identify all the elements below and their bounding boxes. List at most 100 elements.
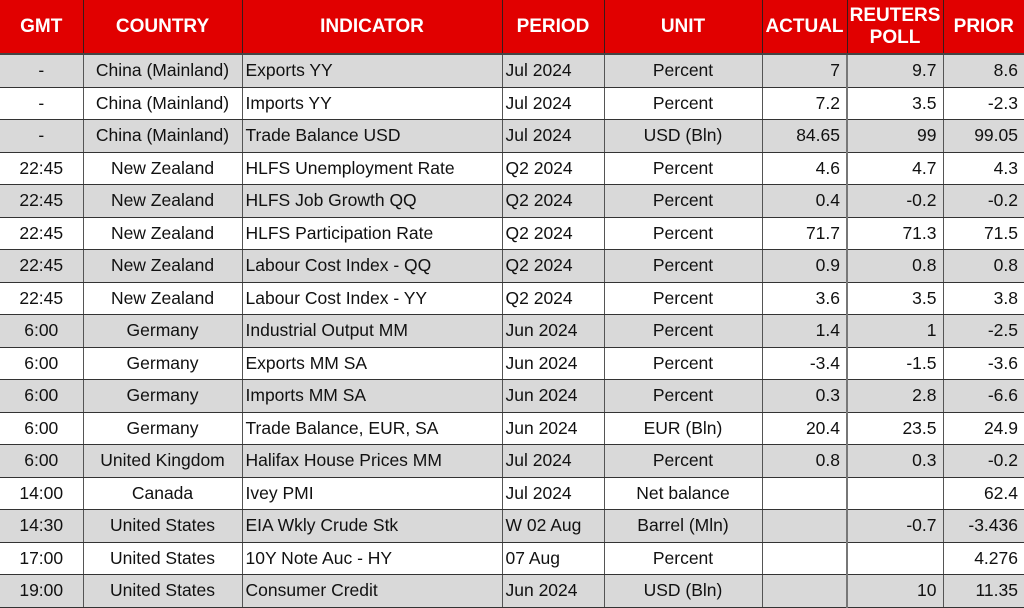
cell-period: W 02 Aug — [502, 509, 605, 543]
cell-country: Germany — [83, 379, 243, 413]
cell-reuters-poll — [847, 542, 944, 575]
table-row: 22:45 New Zealand HLFS Unemployment Rate Q2… — [0, 152, 1024, 185]
cell-unit: Percent — [604, 217, 763, 250]
cell-indicator: Halifax House Prices MM — [242, 444, 503, 478]
table-row: - China (Mainland) Trade Balance USD Jul 20… — [0, 119, 1024, 153]
cell-actual: 4.6 — [762, 152, 848, 185]
cell-indicator: Industrial Output MM — [242, 314, 503, 348]
cell-period: Jul 2024 — [502, 444, 605, 478]
header-reuters-poll: REUTERS POLL — [847, 0, 944, 55]
cell-prior: 8.6 — [943, 54, 1024, 88]
cell-period: Q2 2024 — [502, 282, 605, 315]
header-actual: ACTUAL — [762, 0, 848, 55]
cell-gmt: 22:45 — [0, 184, 84, 218]
cell-actual: 0.4 — [762, 184, 848, 218]
cell-period: Jul 2024 — [502, 54, 605, 88]
cell-reuters-poll: 9.7 — [847, 54, 944, 88]
cell-reuters-poll: 0.8 — [847, 249, 944, 283]
cell-actual: 71.7 — [762, 217, 848, 250]
cell-period: Jun 2024 — [502, 379, 605, 413]
cell-gmt: 22:45 — [0, 249, 84, 283]
header-row: GMT COUNTRY INDICATOR PERIOD UNIT ACTUAL… — [0, 0, 1024, 55]
table-row: 6:00 United Kingdom Halifax House Prices M… — [0, 444, 1024, 478]
cell-period: Q2 2024 — [502, 217, 605, 250]
cell-prior: 71.5 — [943, 217, 1024, 250]
cell-reuters-poll: 1 — [847, 314, 944, 348]
header-prior: PRIOR — [943, 0, 1024, 55]
header-indicator: INDICATOR — [242, 0, 503, 55]
cell-indicator: Trade Balance USD — [242, 119, 503, 153]
header-period: PERIOD — [502, 0, 605, 55]
cell-gmt: 6:00 — [0, 444, 84, 478]
table-row: 22:45 New Zealand HLFS Participation Rate Q… — [0, 217, 1024, 250]
cell-period: Q2 2024 — [502, 249, 605, 283]
cell-actual: 7 — [762, 54, 848, 88]
cell-prior: 62.4 — [943, 477, 1024, 510]
cell-prior: -0.2 — [943, 444, 1024, 478]
cell-prior: -2.3 — [943, 87, 1024, 120]
header-unit: UNIT — [604, 0, 763, 55]
cell-indicator: 10Y Note Auc - HY — [242, 542, 503, 575]
cell-gmt: 14:00 — [0, 477, 84, 510]
table-row: 14:30 United States EIA Wkly Crude Stk W 02… — [0, 509, 1024, 543]
cell-country: Germany — [83, 412, 243, 445]
cell-indicator: Ivey PMI — [242, 477, 503, 510]
cell-actual: 0.9 — [762, 249, 848, 283]
cell-actual: 20.4 — [762, 412, 848, 445]
cell-gmt: 14:30 — [0, 509, 84, 543]
cell-reuters-poll: 0.3 — [847, 444, 944, 478]
cell-prior: 4.276 — [943, 542, 1024, 575]
cell-unit: Percent — [604, 314, 763, 348]
cell-unit: EUR (Bln) — [604, 412, 763, 445]
cell-country: Germany — [83, 314, 243, 348]
header-poll-line2: POLL — [869, 26, 921, 48]
cell-reuters-poll: -0.7 — [847, 509, 944, 543]
table-row: 22:45 New Zealand Labour Cost Index - QQ Q2… — [0, 249, 1024, 283]
cell-gmt: 6:00 — [0, 347, 84, 380]
cell-reuters-poll: -0.2 — [847, 184, 944, 218]
cell-actual: 0.8 — [762, 444, 848, 478]
table-row: 19:00 United States Consumer Credit Jun 202… — [0, 574, 1024, 608]
cell-country: China (Mainland) — [83, 54, 243, 88]
cell-gmt: 22:45 — [0, 152, 84, 185]
cell-actual: 84.65 — [762, 119, 848, 153]
cell-country: Canada — [83, 477, 243, 510]
table-row: - China (Mainland) Exports YY Jul 2024 Perce… — [0, 54, 1024, 88]
cell-indicator: Exports MM SA — [242, 347, 503, 380]
header-poll-line1: REUTERS — [849, 4, 941, 26]
cell-actual — [762, 509, 848, 543]
cell-unit: Net balance — [604, 477, 763, 510]
table-header: GMT COUNTRY INDICATOR PERIOD UNIT ACTUAL… — [0, 0, 1024, 55]
cell-unit: Percent — [604, 347, 763, 380]
cell-prior: -3.6 — [943, 347, 1024, 380]
cell-period: Jun 2024 — [502, 574, 605, 608]
cell-period: 07 Aug — [502, 542, 605, 575]
cell-prior: -6.6 — [943, 379, 1024, 413]
cell-unit: Percent — [604, 152, 763, 185]
cell-gmt: 17:00 — [0, 542, 84, 575]
cell-gmt: - — [0, 54, 84, 88]
cell-country: New Zealand — [83, 217, 243, 250]
cell-unit: Percent — [604, 249, 763, 283]
cell-reuters-poll: 10 — [847, 574, 944, 608]
cell-period: Q2 2024 — [502, 152, 605, 185]
table-row: 6:00 Germany Trade Balance, EUR, SA Jun 202… — [0, 412, 1024, 445]
cell-gmt: 19:00 — [0, 574, 84, 608]
table-row: 6:00 Germany Exports MM SA Jun 2024 Percent -… — [0, 347, 1024, 380]
cell-indicator: HLFS Job Growth QQ — [242, 184, 503, 218]
cell-country: New Zealand — [83, 152, 243, 185]
cell-reuters-poll: -1.5 — [847, 347, 944, 380]
table-row: 6:00 Germany Industrial Output MM Jun 2024 P… — [0, 314, 1024, 348]
cell-unit: Percent — [604, 444, 763, 478]
cell-indicator: HLFS Participation Rate — [242, 217, 503, 250]
table-row: 14:00 Canada Ivey PMI Jul 2024 Net balance 62… — [0, 477, 1024, 510]
cell-indicator: Trade Balance, EUR, SA — [242, 412, 503, 445]
cell-unit: Percent — [604, 542, 763, 575]
cell-indicator: Exports YY — [242, 54, 503, 88]
cell-reuters-poll: 2.8 — [847, 379, 944, 413]
cell-actual — [762, 477, 848, 510]
cell-prior: -0.2 — [943, 184, 1024, 218]
cell-indicator: Imports YY — [242, 87, 503, 120]
cell-country: United States — [83, 574, 243, 608]
cell-gmt: 22:45 — [0, 282, 84, 315]
